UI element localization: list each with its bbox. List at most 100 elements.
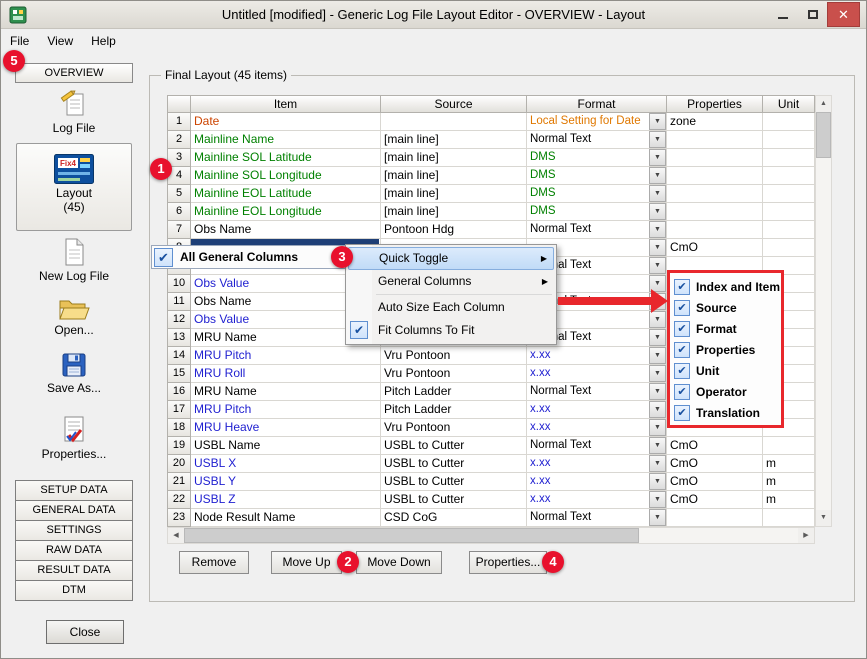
dropdown-arrow-icon[interactable]: ▼ (649, 455, 666, 472)
maximize-button[interactable] (798, 2, 827, 27)
table-row[interactable]: 21USBL YUSBL to Cutterx.xx▼CmOm (167, 473, 815, 491)
dropdown-arrow-icon[interactable]: ▼ (649, 491, 666, 508)
column-header-item: Item (191, 95, 381, 113)
sidebar-button-settings[interactable]: SETTINGS (15, 520, 133, 541)
unit-cell: m (763, 473, 815, 491)
checkbox-checked-icon[interactable]: ✔ (674, 321, 690, 337)
table-row[interactable]: 1DateLocal Setting for Date▼zone (167, 113, 815, 131)
table-row[interactable]: 4Mainline SOL Longitude[main line]DMS▼ (167, 167, 815, 185)
checkbox-checked-icon[interactable]: ✔ (674, 279, 690, 295)
sidebar-item-open[interactable]: Open... (16, 295, 132, 337)
properties-cell (667, 221, 763, 239)
horizontal-scroll-thumb[interactable] (184, 528, 639, 543)
table-row[interactable]: 2Mainline Name[main line]Normal Text▼ (167, 131, 815, 149)
sidebar-button-dtm[interactable]: DTM (15, 580, 133, 601)
column-toggle-row[interactable]: ✔Format (674, 318, 781, 339)
dropdown-arrow-icon[interactable]: ▼ (649, 311, 666, 328)
sidebar-item-layout[interactable]: Fix4 Layout (45) (16, 143, 132, 231)
table-row[interactable]: 5Mainline EOL Latitude[main line]DMS▼ (167, 185, 815, 203)
checkbox-checked-icon[interactable]: ✔ (674, 300, 690, 316)
table-row[interactable]: 6Mainline EOL Longitude[main line]DMS▼ (167, 203, 815, 221)
format-cell: DMS▼ (527, 167, 667, 185)
column-toggle-row[interactable]: ✔Unit (674, 360, 781, 381)
menu-item-quick-toggle[interactable]: Quick Toggle▶ (348, 247, 554, 270)
menu-item-help[interactable]: Help (82, 29, 125, 53)
sidebar-button-result-data[interactable]: RESULT DATA (15, 560, 133, 581)
dropdown-arrow-icon[interactable]: ▼ (649, 221, 666, 238)
scroll-up-icon[interactable]: ▲ (816, 96, 831, 112)
sidebar-button-general-data[interactable]: GENERAL DATA (15, 500, 133, 521)
sidebar-item-properties[interactable]: Properties... (16, 415, 132, 461)
table-row[interactable]: 22USBL ZUSBL to Cutterx.xx▼CmOm (167, 491, 815, 509)
minimize-button[interactable] (768, 2, 798, 27)
column-toggle-row[interactable]: ✔Index and Item (674, 276, 781, 297)
dropdown-arrow-icon[interactable]: ▼ (649, 365, 666, 382)
dropdown-arrow-icon[interactable]: ▼ (649, 383, 666, 400)
dropdown-arrow-icon[interactable]: ▼ (649, 347, 666, 364)
column-toggle-row[interactable]: ✔Translation (674, 402, 781, 423)
all-general-columns-bar[interactable]: ✔ All General Columns (151, 245, 354, 269)
row-number: 15 (167, 365, 191, 383)
menu-item-auto-size-each-column[interactable]: Auto Size Each Column (348, 296, 554, 319)
dropdown-arrow-icon[interactable]: ▼ (649, 509, 666, 526)
table-row[interactable]: 19USBL NameUSBL to CutterNormal Text▼CmO (167, 437, 815, 455)
properties-cell (667, 131, 763, 149)
unit-cell (763, 185, 815, 203)
checkbox-checked-icon[interactable]: ✔ (674, 342, 690, 358)
menu-item-fit-columns-to-fit[interactable]: Fit Columns To Fit✔ (348, 319, 554, 342)
vertical-scroll-thumb[interactable] (816, 112, 831, 158)
row-number: 22 (167, 491, 191, 509)
close-button[interactable]: ✕ (827, 2, 860, 27)
scroll-right-icon[interactable]: ▶ (798, 528, 814, 543)
dropdown-arrow-icon[interactable]: ▼ (649, 149, 666, 166)
checkbox-checked-icon[interactable]: ✔ (674, 363, 690, 379)
dropdown-arrow-icon[interactable]: ▼ (649, 239, 666, 256)
sidebar-item-log-file[interactable]: Log File (16, 89, 132, 135)
column-toggle-row[interactable]: ✔Properties (674, 339, 781, 360)
open-folder-icon (58, 295, 90, 321)
remove-button[interactable]: Remove (179, 551, 249, 574)
table-row[interactable]: 23Node Result NameCSD CoGNormal Text▼ (167, 509, 815, 527)
format-value: x.xx (530, 457, 550, 469)
sidebar-button-setup-data[interactable]: SETUP DATA (15, 480, 133, 501)
dropdown-arrow-icon[interactable]: ▼ (649, 203, 666, 220)
dropdown-arrow-icon[interactable]: ▼ (649, 437, 666, 454)
menu-item-view[interactable]: View (38, 29, 82, 53)
dropdown-arrow-icon[interactable]: ▼ (649, 257, 666, 274)
column-toggle-row[interactable]: ✔Operator (674, 381, 781, 402)
horizontal-scrollbar[interactable]: ◀ ▶ (167, 527, 815, 544)
vertical-scrollbar[interactable]: ▲ ▼ (815, 95, 832, 527)
dropdown-arrow-icon[interactable]: ▼ (649, 131, 666, 148)
table-row[interactable]: 3Mainline SOL Latitude[main line]DMS▼ (167, 149, 815, 167)
column-toggle-row[interactable]: ✔Source (674, 297, 781, 318)
dropdown-arrow-icon[interactable]: ▼ (649, 113, 666, 130)
dropdown-arrow-icon[interactable]: ▼ (649, 167, 666, 184)
move-up-button[interactable]: Move Up (271, 551, 342, 574)
dropdown-arrow-icon[interactable]: ▼ (649, 473, 666, 490)
dropdown-arrow-icon[interactable]: ▼ (649, 419, 666, 436)
properties-button[interactable]: Properties... (469, 551, 547, 574)
sidebar-item-label: New Log File (16, 269, 132, 283)
menu-item-general-columns[interactable]: General Columns▶ (348, 270, 554, 293)
checkbox-checked-icon[interactable]: ✔ (350, 321, 368, 339)
menu-item-file[interactable]: File (1, 29, 38, 53)
sidebar-button-raw-data[interactable]: RAW DATA (15, 540, 133, 561)
scroll-left-icon[interactable]: ◀ (168, 528, 184, 543)
sidebar-item-new-log-file[interactable]: New Log File (16, 237, 132, 283)
sidebar-item-save-as[interactable]: Save As... (16, 351, 132, 395)
scroll-down-icon[interactable]: ▼ (816, 510, 831, 526)
dropdown-arrow-icon[interactable]: ▼ (649, 329, 666, 346)
table-row[interactable]: 7Obs NamePontoon HdgNormal Text▼ (167, 221, 815, 239)
close-dialog-button[interactable]: Close (46, 620, 124, 644)
dropdown-arrow-icon[interactable]: ▼ (649, 401, 666, 418)
item-cell: Mainline EOL Longitude (191, 203, 381, 221)
checkbox-checked-icon[interactable]: ✔ (154, 248, 173, 267)
format-cell: Local Setting for Date▼ (527, 113, 667, 131)
checkbox-checked-icon[interactable]: ✔ (674, 405, 690, 421)
sidebar-header-overview[interactable]: OVERVIEW (15, 63, 133, 83)
dropdown-arrow-icon[interactable]: ▼ (649, 185, 666, 202)
unit-cell (763, 131, 815, 149)
move-down-button[interactable]: Move Down (356, 551, 442, 574)
table-row[interactable]: 20USBL XUSBL to Cutterx.xx▼CmOm (167, 455, 815, 473)
checkbox-checked-icon[interactable]: ✔ (674, 384, 690, 400)
